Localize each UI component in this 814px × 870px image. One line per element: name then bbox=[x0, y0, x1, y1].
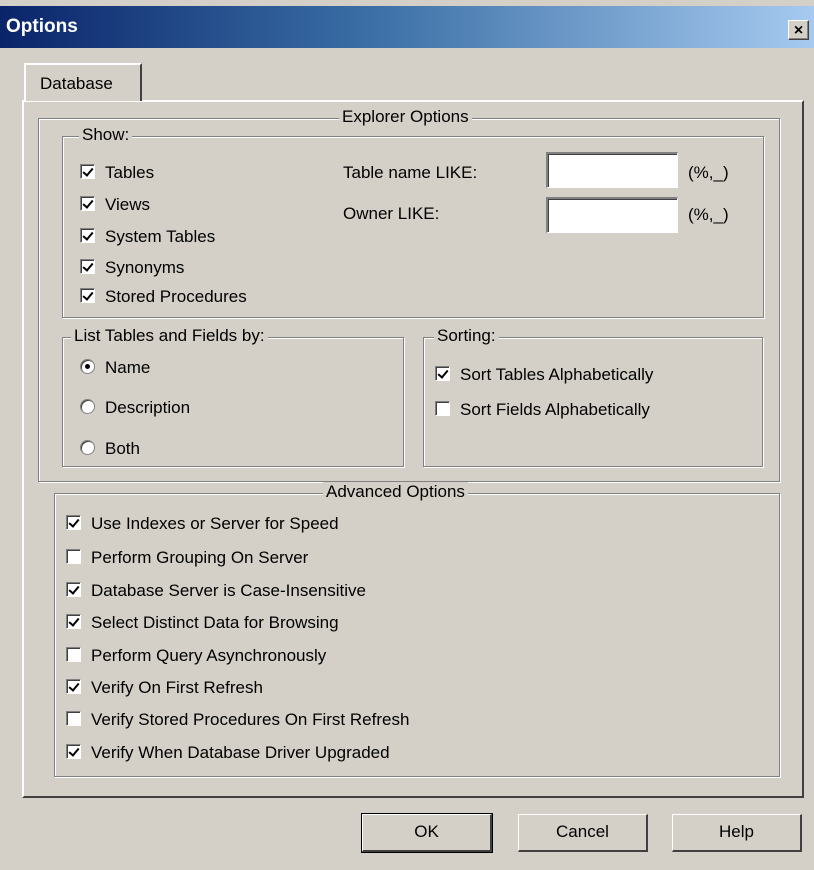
checkbox-label: Database Server is Case-Insensitive bbox=[91, 581, 366, 600]
checkbox-label: Tables bbox=[105, 163, 155, 182]
checkbox-label: Stored Procedures bbox=[105, 287, 247, 306]
verify-first-refresh-checkbox[interactable]: Verify On First Refresh bbox=[66, 678, 263, 698]
owner-like-hint: (%,_) bbox=[688, 205, 729, 224]
cancel-button[interactable]: Cancel bbox=[518, 814, 648, 852]
close-button[interactable]: × bbox=[788, 20, 809, 40]
verify-driver-upgraded-checkbox[interactable]: Verify When Database Driver Upgraded bbox=[66, 743, 390, 763]
checkbox-box bbox=[66, 614, 81, 630]
window-title: Options bbox=[6, 16, 78, 37]
checkbox-box bbox=[66, 549, 81, 565]
checkbox-label: Verify Stored Procedures On First Refres… bbox=[91, 710, 410, 729]
verify-stored-procedures-checkbox[interactable]: Verify Stored Procedures On First Refres… bbox=[66, 710, 409, 730]
cancel-button-label: Cancel bbox=[556, 822, 609, 841]
query-async-checkbox[interactable]: Perform Query Asynchronously bbox=[66, 646, 326, 666]
list-by-description-radio[interactable]: Description bbox=[80, 398, 190, 418]
table-name-like-input[interactable] bbox=[546, 152, 678, 188]
radio-label: Name bbox=[105, 358, 151, 377]
owner-like-label: Owner LIKE: bbox=[343, 204, 440, 223]
show-views-checkbox[interactable]: Views bbox=[80, 195, 150, 215]
sort-fields-checkbox[interactable]: Sort Fields Alphabetically bbox=[435, 400, 650, 420]
select-distinct-checkbox[interactable]: Select Distinct Data for Browsing bbox=[66, 613, 339, 633]
checkbox-label: Perform Query Asynchronously bbox=[91, 646, 327, 665]
checkbox-label: Use Indexes or Server for Speed bbox=[91, 514, 339, 533]
checkbox-label: Sort Fields Alphabetically bbox=[460, 400, 650, 419]
checkbox-box bbox=[80, 164, 95, 180]
checkbox-box bbox=[80, 196, 95, 212]
advanced-options-title: Advanced Options bbox=[323, 482, 468, 502]
checkbox-label: Perform Grouping On Server bbox=[91, 548, 309, 567]
checkbox-box bbox=[66, 711, 81, 727]
grouping-on-server-checkbox[interactable]: Perform Grouping On Server bbox=[66, 548, 308, 568]
radio-label: Both bbox=[105, 439, 140, 458]
checkbox-box bbox=[80, 288, 95, 304]
case-insensitive-checkbox[interactable]: Database Server is Case-Insensitive bbox=[66, 581, 366, 601]
list-by-name-radio[interactable]: Name bbox=[80, 358, 150, 378]
sorting-title: Sorting: bbox=[434, 326, 499, 346]
explorer-options-title: Explorer Options bbox=[339, 107, 472, 127]
radio-label: Description bbox=[105, 398, 191, 417]
advanced-options-group: Advanced Options bbox=[54, 482, 780, 777]
checkbox-label: Synonyms bbox=[105, 258, 185, 277]
table-name-like-label: Table name LIKE: bbox=[343, 163, 478, 182]
ok-button[interactable]: OK bbox=[361, 813, 493, 853]
sort-tables-checkbox[interactable]: Sort Tables Alphabetically bbox=[435, 365, 653, 385]
show-tables-checkbox[interactable]: Tables bbox=[80, 163, 154, 183]
radio-circle bbox=[80, 359, 95, 375]
table-name-like-hint: (%,_) bbox=[688, 163, 729, 182]
checkbox-box bbox=[80, 259, 95, 275]
checkbox-box bbox=[66, 679, 81, 695]
list-by-both-radio[interactable]: Both bbox=[80, 439, 140, 459]
close-icon: × bbox=[793, 22, 804, 39]
ok-button-label: OK bbox=[414, 822, 439, 841]
show-synonyms-checkbox[interactable]: Synonyms bbox=[80, 258, 184, 278]
tab-database[interactable]: Database bbox=[24, 63, 142, 101]
checkbox-box bbox=[435, 401, 450, 417]
owner-like-input[interactable] bbox=[546, 197, 678, 233]
tab-database-label: Database bbox=[40, 74, 113, 93]
help-button[interactable]: Help bbox=[672, 814, 802, 852]
title-bar: Options × bbox=[0, 6, 814, 48]
show-stored-procedures-checkbox[interactable]: Stored Procedures bbox=[80, 287, 247, 307]
help-button-label: Help bbox=[719, 822, 754, 841]
checkbox-label: Select Distinct Data for Browsing bbox=[91, 613, 339, 632]
checkbox-label: Verify When Database Driver Upgraded bbox=[91, 743, 390, 762]
checkbox-box bbox=[80, 228, 95, 244]
radio-circle bbox=[80, 440, 95, 456]
checkbox-box bbox=[66, 647, 81, 663]
checkbox-box bbox=[66, 744, 81, 760]
checkbox-box bbox=[66, 582, 81, 598]
checkbox-label: System Tables bbox=[105, 227, 216, 246]
show-system-tables-checkbox[interactable]: System Tables bbox=[80, 227, 215, 247]
checkbox-box bbox=[66, 515, 81, 531]
checkbox-label: Views bbox=[105, 195, 151, 214]
list-by-title: List Tables and Fields by: bbox=[71, 326, 268, 346]
use-indexes-checkbox[interactable]: Use Indexes or Server for Speed bbox=[66, 514, 339, 534]
checkbox-label: Verify On First Refresh bbox=[91, 678, 263, 697]
radio-circle bbox=[80, 399, 95, 415]
show-group-title: Show: bbox=[79, 125, 133, 145]
checkbox-box bbox=[435, 366, 450, 382]
checkbox-label: Sort Tables Alphabetically bbox=[460, 365, 654, 384]
